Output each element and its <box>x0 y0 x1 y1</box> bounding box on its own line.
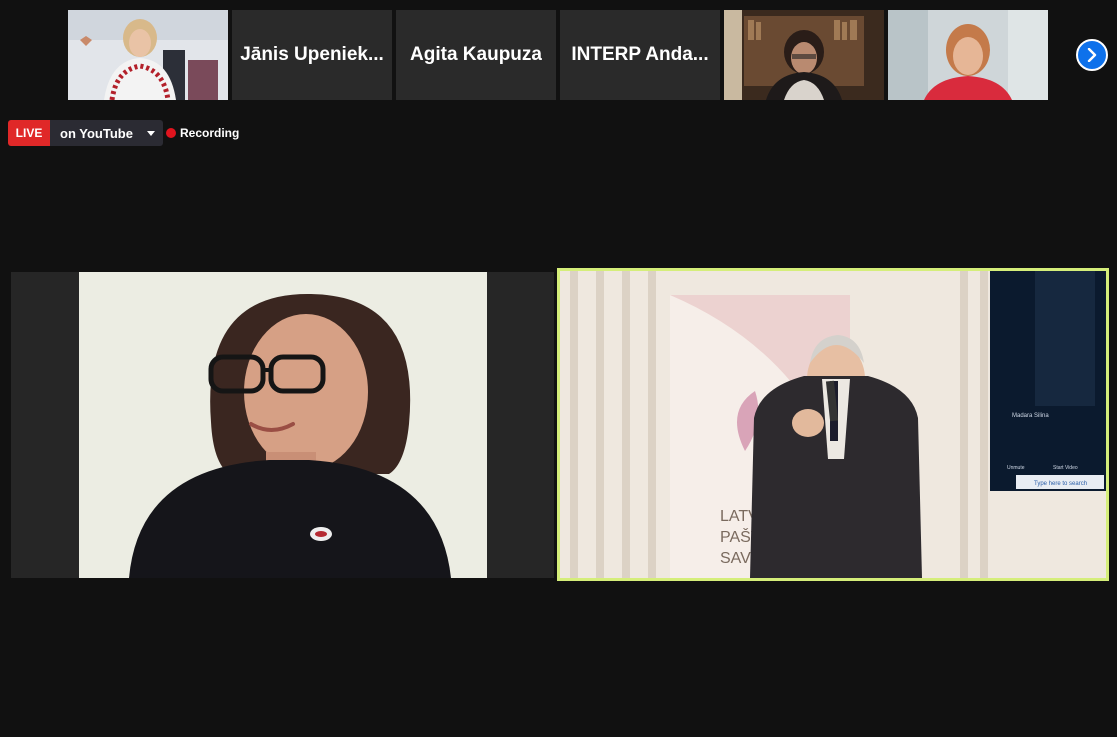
participant-video-woman-glasses <box>79 272 487 578</box>
screen-name-text: Madara Silina <box>1012 413 1049 419</box>
recording-dot-icon <box>166 128 176 138</box>
video-tile-left[interactable] <box>11 272 554 578</box>
next-page-button[interactable] <box>1076 39 1108 71</box>
chevron-right-icon <box>1087 48 1097 62</box>
participant-thumbnail-6[interactable] <box>888 10 1048 100</box>
participant-thumbnail-5[interactable] <box>724 10 884 100</box>
recording-label: Recording <box>180 126 240 140</box>
livestream-indicator[interactable]: LIVE on YouTube <box>8 120 163 146</box>
screen-search-text: Type here to search <box>1034 481 1087 487</box>
participant-video-woman-red-top <box>888 10 1048 100</box>
participant-thumbnail-2[interactable]: Jānis Upeniek... <box>232 10 392 100</box>
participant-thumbnail-3[interactable]: Agita Kaupuza <box>396 10 556 100</box>
participant-thumbnail-1[interactable] <box>68 10 228 100</box>
livestream-platform-label: on YouTube <box>60 125 133 141</box>
screen-start-video-text: Start Video <box>1053 465 1078 471</box>
participant-name: INTERP Anda... <box>571 44 709 65</box>
livestream-platform-dropdown[interactable]: on YouTube <box>50 120 163 146</box>
participant-name: Agita Kaupuza <box>410 44 542 65</box>
video-tile-active-speaker[interactable]: LATVIJAS PAŠVAL SAVIEN Madara Silina Unm… <box>557 268 1109 581</box>
participant-video-woman-office <box>68 10 228 100</box>
participant-video-woman-bookshelf <box>724 10 884 100</box>
participant-video-speaker-podium: LATVIJAS PAŠVAL SAVIEN Madara Silina Unm… <box>560 271 1106 578</box>
participant-name: Jānis Upeniek... <box>240 44 384 65</box>
live-badge: LIVE <box>8 120 50 146</box>
participant-thumbnail-4[interactable]: INTERP Anda... <box>560 10 720 100</box>
recording-indicator: Recording <box>166 126 239 140</box>
caret-down-icon <box>146 130 155 136</box>
screen-unmute-text: Unmute <box>1007 465 1025 471</box>
